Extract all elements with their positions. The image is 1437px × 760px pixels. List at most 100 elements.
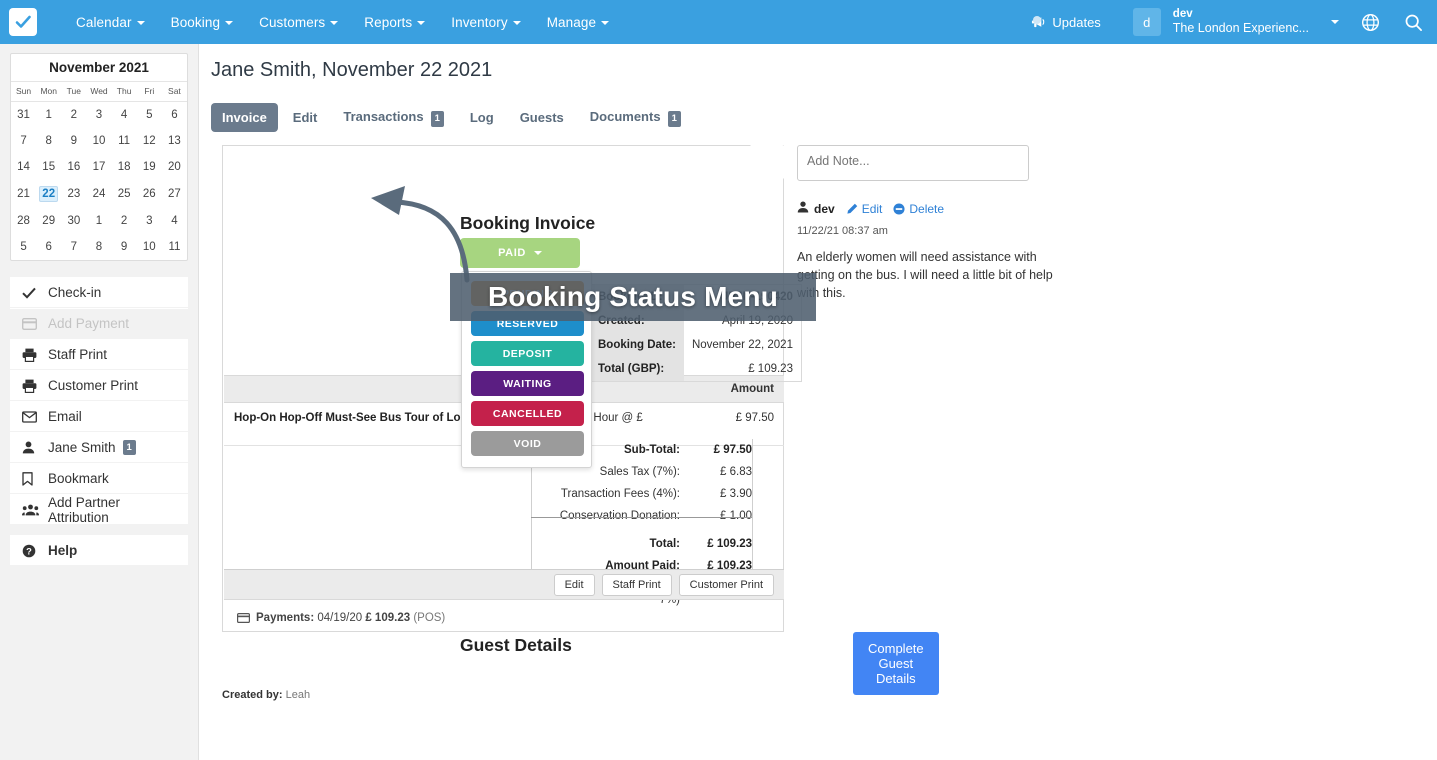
totals-label: Transaction Fees (4%): <box>560 488 680 500</box>
created-by: Created by: Leah <box>222 689 310 701</box>
mini-calendar[interactable]: November 2021 Sun Mon Tue Wed Thu Fri Sa… <box>10 53 188 261</box>
calendar-day[interactable]: 8 <box>86 234 111 260</box>
fold-triangle <box>750 145 784 179</box>
calendar-day[interactable]: 10 <box>86 128 111 154</box>
tab-log[interactable]: Log <box>459 103 505 132</box>
totals-label: Total: <box>649 538 680 550</box>
nav-item-customers[interactable]: Customers <box>246 9 351 36</box>
calendar-day-selected[interactable]: 22 <box>36 180 61 208</box>
sidebar-item-jane-smith[interactable]: Jane Smith 1 <box>10 432 188 462</box>
complete-guest-details-button[interactable]: Complete Guest Details <box>853 632 939 695</box>
language-button[interactable] <box>1361 13 1380 32</box>
calendar-day-label: 9 <box>120 241 128 253</box>
booking-status-button[interactable]: PAID <box>460 238 580 268</box>
app-logo[interactable] <box>9 8 37 36</box>
status-option-void[interactable]: VOID <box>471 431 584 456</box>
calendar-day[interactable]: 23 <box>61 180 86 208</box>
sidebar-item-email[interactable]: Email <box>10 401 188 431</box>
sidebar-item-check-in[interactable]: Check-in <box>10 277 188 307</box>
calendar-day[interactable]: 17 <box>86 154 111 180</box>
calendar-day[interactable]: 12 <box>137 128 162 154</box>
calendar-day-label: 24 <box>92 188 106 200</box>
calendar-day[interactable]: 31 <box>11 102 36 129</box>
calendar-day[interactable]: 3 <box>137 208 162 234</box>
payments-summary: Payments: 04/19/20 £ 109.23 (POS) <box>237 612 445 624</box>
calendar-day[interactable]: 18 <box>112 154 137 180</box>
calendar-day[interactable]: 4 <box>162 208 187 234</box>
sidebar-item-bookmark[interactable]: Bookmark <box>10 463 188 493</box>
status-option-cancelled[interactable]: CANCELLED <box>471 401 584 426</box>
totals-right-border <box>752 439 753 569</box>
status-option-deposit[interactable]: DEPOSIT <box>471 341 584 366</box>
search-button[interactable] <box>1404 13 1423 32</box>
calendar-day[interactable]: 20 <box>162 154 187 180</box>
calendar-day[interactable]: 3 <box>86 102 111 129</box>
tab-edit[interactable]: Edit <box>282 103 329 132</box>
calendar-day[interactable]: 2 <box>112 208 137 234</box>
calendar-day[interactable]: 1 <box>36 102 61 129</box>
tab-documents[interactable]: Documents 1 <box>579 102 692 134</box>
calendar-day[interactable]: 24 <box>86 180 111 208</box>
invoice-staff-print-button[interactable]: Staff Print <box>601 573 672 596</box>
calendar-day[interactable]: 9 <box>112 234 137 260</box>
sidebar-item-customer-print[interactable]: Customer Print <box>10 370 188 400</box>
calendar-day[interactable]: 14 <box>11 154 36 180</box>
nav-item-booking[interactable]: Booking <box>158 9 247 36</box>
sidebar-item-add-partner-attribution[interactable]: Add Partner Attribution <box>10 494 188 525</box>
calendar-day[interactable]: 27 <box>162 180 187 208</box>
nav-item-calendar[interactable]: Calendar <box>63 9 158 36</box>
calendar-day-label: 7 <box>20 135 27 147</box>
note-delete-button[interactable]: Delete <box>893 202 944 216</box>
calendar-day[interactable]: 28 <box>11 208 36 234</box>
tab-badge: 1 <box>430 111 444 127</box>
created-by-label: Created by: <box>222 689 283 701</box>
updates-button[interactable]: Updates <box>1031 15 1106 30</box>
calendar-day[interactable]: 30 <box>61 208 86 234</box>
invoice-edit-button[interactable]: Edit <box>553 573 595 596</box>
calendar-day[interactable]: 25 <box>112 180 137 208</box>
sidebar-item-help[interactable]: ? Help <box>10 535 188 565</box>
calendar-day[interactable]: 29 <box>36 208 61 234</box>
calendar-day[interactable]: 4 <box>112 102 137 129</box>
calendar-day[interactable]: 16 <box>61 154 86 180</box>
calendar-day[interactable]: 7 <box>11 128 36 154</box>
calendar-day[interactable]: 6 <box>162 102 187 129</box>
nav-item-inventory[interactable]: Inventory <box>438 9 533 36</box>
nav-item-manage[interactable]: Manage <box>534 9 622 36</box>
account-switcher[interactable]: d dev The London Experienc... <box>1132 7 1339 37</box>
calendar-day[interactable]: 11 <box>162 234 187 260</box>
calendar-day-label: 17 <box>92 161 106 173</box>
calendar-day[interactable]: 5 <box>11 234 36 260</box>
calendar-day[interactable]: 13 <box>162 128 187 154</box>
calendar-day[interactable]: 8 <box>36 128 61 154</box>
nav-item-reports[interactable]: Reports <box>351 9 438 36</box>
calendar-day[interactable]: 10 <box>137 234 162 260</box>
calendar-day-label: 8 <box>45 135 52 147</box>
invoice-title: Booking Invoice <box>460 213 596 233</box>
chevron-down-icon <box>601 20 610 25</box>
add-note-input[interactable] <box>797 145 1029 181</box>
calendar-day[interactable]: 1 <box>86 208 111 234</box>
calendar-day[interactable]: 21 <box>11 180 36 208</box>
note-edit-button[interactable]: Edit <box>846 202 882 216</box>
sidebar-item-add-payment: Add Payment <box>10 308 188 338</box>
calendar-day[interactable]: 26 <box>137 180 162 208</box>
calendar-day[interactable]: 2 <box>61 102 86 129</box>
calendar-day[interactable]: 15 <box>36 154 61 180</box>
calendar-day-label: 15 <box>42 161 56 173</box>
status-option-waiting[interactable]: WAITING <box>471 371 584 396</box>
calendar-day[interactable]: 6 <box>36 234 61 260</box>
tab-guests[interactable]: Guests <box>509 103 575 132</box>
calendar-day[interactable]: 11 <box>112 128 137 154</box>
tab-transactions[interactable]: Transactions 1 <box>332 102 455 134</box>
calendar-day[interactable]: 19 <box>137 154 162 180</box>
calendar-day-label: 1 <box>45 109 52 121</box>
calendar-day-label: 22 <box>39 186 59 202</box>
calendar-day[interactable]: 9 <box>61 128 86 154</box>
note-delete-label: Delete <box>909 201 945 216</box>
sidebar-item-staff-print[interactable]: Staff Print <box>10 339 188 369</box>
calendar-day[interactable]: 5 <box>137 102 162 129</box>
calendar-day[interactable]: 7 <box>61 234 86 260</box>
tab-invoice[interactable]: Invoice <box>211 103 278 133</box>
invoice-customer-print-button[interactable]: Customer Print <box>678 573 774 596</box>
